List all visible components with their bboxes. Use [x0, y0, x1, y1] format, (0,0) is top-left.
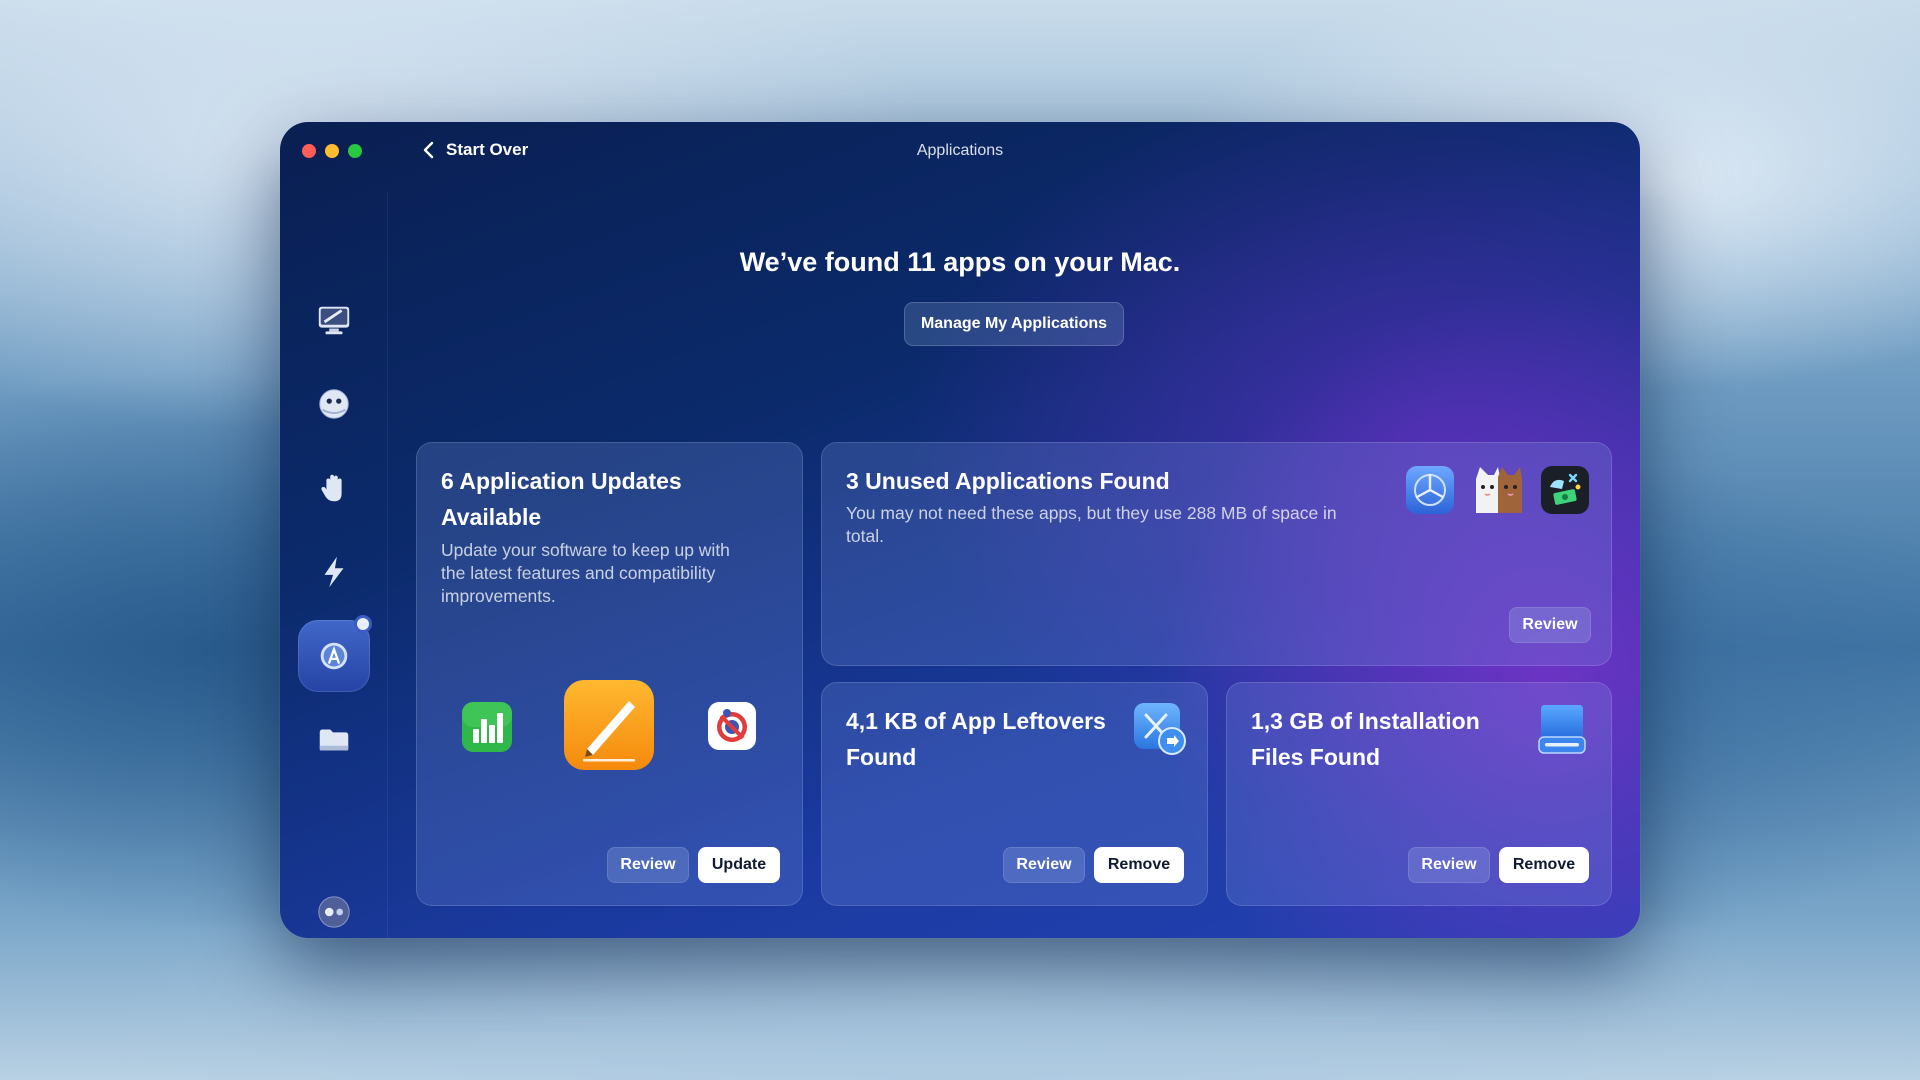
unused-review-button[interactable]: Review [1509, 607, 1591, 643]
blocker-app-icon[interactable] [707, 701, 757, 751]
applications-icon [320, 642, 348, 670]
money-app-icon[interactable] [1540, 465, 1590, 515]
installation-remove-button[interactable]: Remove [1499, 847, 1589, 883]
updates-card: 6 Application Updates Available Update y… [416, 442, 803, 906]
installation-review-button[interactable]: Review [1408, 847, 1490, 883]
sidebar-item-cleanup[interactable] [298, 284, 370, 356]
installation-title-line2: Files Found [1251, 744, 1381, 770]
leftovers-card-title: 4,1 KB of App Leftovers Found [846, 703, 1106, 775]
xcode-leftovers-icon [1134, 703, 1186, 755]
updates-card-description: Update your software to keep up with the… [441, 539, 730, 608]
manage-applications-button[interactable]: Manage My Applications [904, 302, 1124, 346]
updates-desc-line2: the latest features and compatibility [441, 563, 716, 583]
testflight-app-icon[interactable] [1405, 465, 1455, 515]
sidebar-item-speed[interactable] [298, 536, 370, 608]
installation-card-title: 1,3 GB of Installation Files Found [1251, 703, 1480, 775]
updates-title-line2: Available [441, 504, 542, 530]
unused-apps-card: 3 Unused Applications Found You may not … [821, 442, 1612, 666]
disk-drive-icon [1538, 705, 1586, 754]
installation-title-line1: 1,3 GB of Installation [1251, 708, 1480, 734]
leftovers-review-button[interactable]: Review [1003, 847, 1085, 883]
sidebar-item-assistant[interactable] [298, 876, 370, 938]
files-folder-icon [319, 729, 349, 751]
page-headline: We’ve found 11 apps on your Mac. [739, 247, 1181, 277]
updates-desc-line1: Update your software to keep up with [441, 540, 730, 560]
sidebar-item-files[interactable] [298, 704, 370, 776]
app-window: Start Over Applications We’ve found 11 a… [280, 122, 1640, 938]
updates-desc-line3: improvements. [441, 586, 556, 606]
unused-desc-line1: You may not need these apps, but they us… [846, 503, 1337, 523]
sidebar-item-privacy[interactable] [298, 452, 370, 524]
unused-desc-line2: total. [846, 526, 884, 546]
leftovers-title-line2: Found [846, 744, 917, 770]
leftovers-card: 4,1 KB of App Leftovers Found Review Rem… [821, 682, 1208, 906]
unused-card-description: You may not need these apps, but they us… [846, 502, 1337, 548]
numbers-app-icon[interactable] [461, 701, 513, 753]
installation-files-card: 1,3 GB of Installation Files Found Revie… [1226, 682, 1612, 906]
updates-card-title: 6 Application Updates Available [441, 463, 682, 535]
unused-card-title: 3 Unused Applications Found [846, 468, 1170, 494]
privacy-hand-icon [321, 474, 342, 502]
window-title: Applications [916, 142, 1004, 159]
cleanup-icon [318, 306, 350, 335]
leftovers-title-line1: 4,1 KB of App Leftovers [846, 708, 1106, 734]
speed-bolt-icon [324, 556, 344, 588]
sidebar-item-applications[interactable] [298, 615, 372, 692]
updates-update-button[interactable]: Update [698, 847, 780, 883]
sidebar-item-protection[interactable] [298, 368, 370, 440]
protection-icon [319, 389, 349, 419]
cats-app-icon[interactable] [1472, 465, 1524, 515]
updates-review-button[interactable]: Review [607, 847, 689, 883]
updates-title-line1: 6 Application Updates [441, 468, 682, 494]
update-badge-dot [354, 615, 372, 633]
sidebar [280, 192, 388, 938]
assistant-icon [318, 896, 350, 928]
leftovers-remove-button[interactable]: Remove [1094, 847, 1184, 883]
pages-app-icon[interactable] [563, 679, 655, 771]
